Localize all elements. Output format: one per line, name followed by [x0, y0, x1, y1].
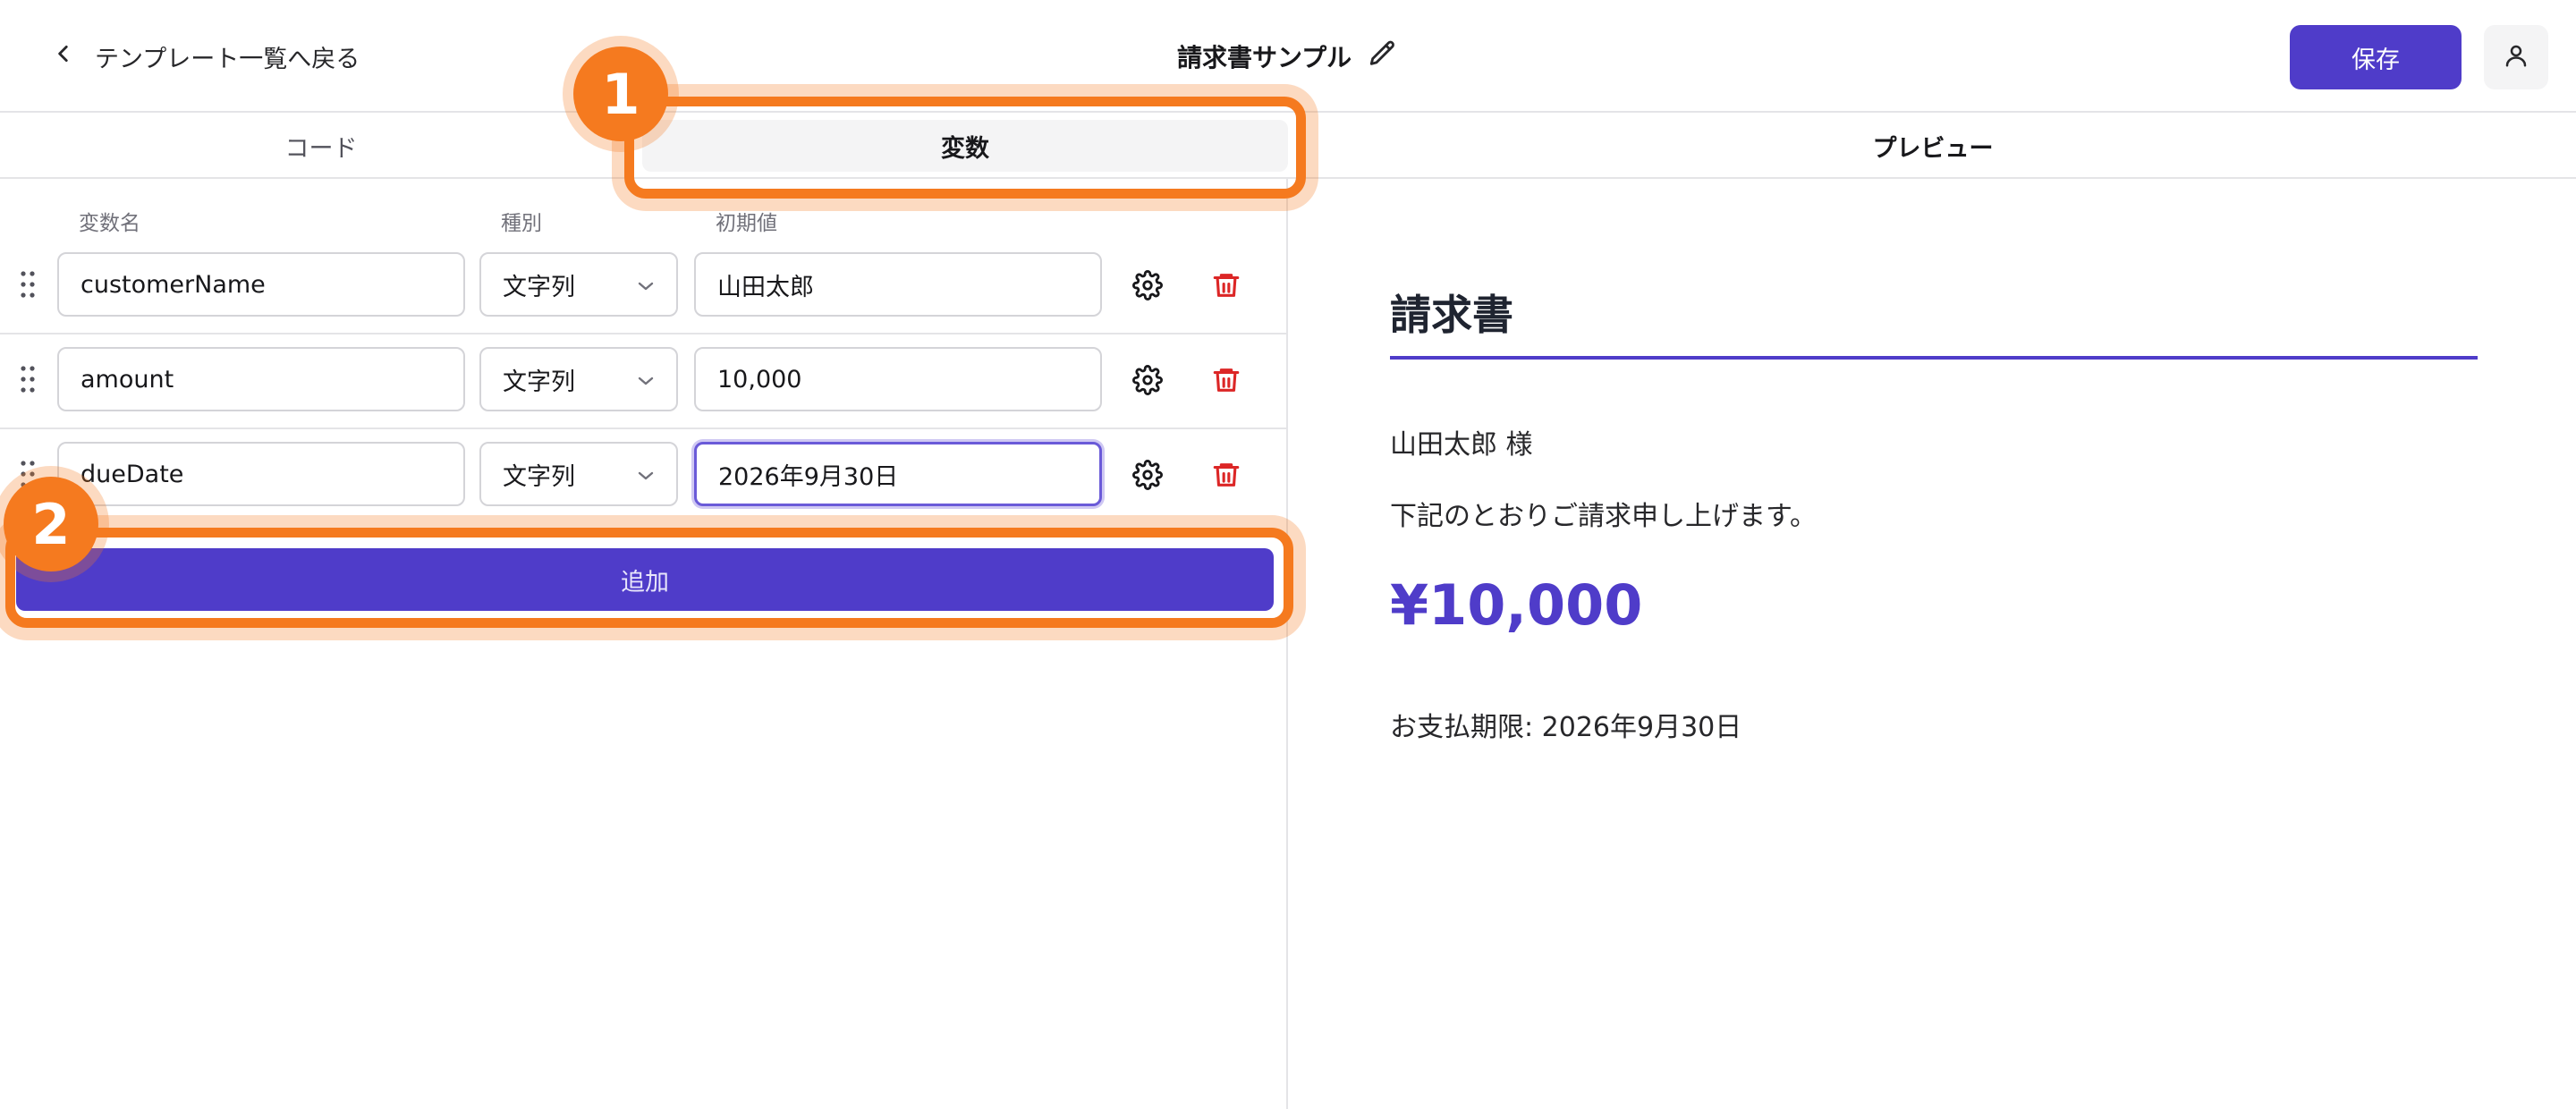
- user-menu-button[interactable]: [2484, 25, 2548, 89]
- variable-row: customerName 文字列 山田太郎: [0, 240, 1288, 334]
- tab-bar: コード 変数 プレビュー: [0, 114, 2576, 179]
- tab-preview[interactable]: プレビュー: [1290, 114, 2576, 177]
- column-header-type: 種別: [501, 212, 542, 235]
- preview-divider: [1390, 356, 2478, 360]
- gear-icon[interactable]: [1132, 365, 1163, 395]
- variable-name-input[interactable]: dueDate: [57, 442, 465, 506]
- trash-icon[interactable]: [1211, 460, 1241, 490]
- variable-type-select[interactable]: 文字列: [479, 347, 678, 411]
- chevron-down-icon: [637, 271, 655, 299]
- column-header-initial: 初期値: [716, 212, 777, 235]
- variables-panel: 変数名 種別 初期値 customerName 文字列 山田太郎 amount …: [0, 179, 1288, 1109]
- variable-type-value: 文字列: [503, 368, 575, 396]
- tab-code[interactable]: コード: [0, 114, 642, 177]
- step-badge-2: 2: [4, 477, 98, 571]
- chevron-down-icon: [637, 366, 655, 394]
- tab-variables[interactable]: 変数: [642, 120, 1288, 172]
- top-bar: テンプレート一覧へ戻る 請求書サンプル 保存: [0, 0, 2576, 113]
- preview-customer-line: 山田太郎 様: [1390, 429, 1533, 461]
- variable-row: dueDate 文字列 2026年9月30日: [0, 429, 1288, 524]
- chevron-down-icon: [637, 461, 655, 488]
- variable-initial-input[interactable]: 2026年9月30日: [694, 442, 1102, 506]
- variable-type-value: 文字列: [503, 273, 575, 301]
- add-variable-button[interactable]: 追加: [16, 548, 1274, 611]
- document-title: 請求書サンプル: [1177, 34, 1398, 79]
- drag-handle-icon[interactable]: [20, 268, 36, 301]
- save-button[interactable]: 保存: [2290, 25, 2462, 89]
- drag-handle-icon[interactable]: [20, 363, 36, 395]
- preview-amount: ¥10,000: [1390, 572, 1643, 638]
- variable-type-value: 文字列: [503, 462, 575, 491]
- chevron-left-icon: [52, 42, 75, 72]
- preview-body-line: 下記のとおりご請求申し上げます。: [1390, 501, 1817, 532]
- variable-initial-input[interactable]: 10,000: [694, 347, 1102, 411]
- preview-panel: 請求書 山田太郎 様 下記のとおりご請求申し上げます。 ¥10,000 お支払期…: [1290, 179, 2576, 1109]
- preview-due-line: お支払期限: 2026年9月30日: [1390, 712, 1742, 743]
- gear-icon[interactable]: [1132, 270, 1163, 301]
- variable-type-select[interactable]: 文字列: [479, 442, 678, 506]
- pencil-icon[interactable]: [1368, 38, 1398, 75]
- gear-icon[interactable]: [1132, 460, 1163, 490]
- variable-initial-input[interactable]: 山田太郎: [694, 252, 1102, 317]
- step-badge-1: 1: [573, 47, 668, 141]
- trash-icon[interactable]: [1211, 270, 1241, 301]
- back-to-template-list-link[interactable]: テンプレート一覧へ戻る: [52, 36, 360, 77]
- variable-type-select[interactable]: 文字列: [479, 252, 678, 317]
- user-icon: [2503, 42, 2529, 72]
- trash-icon[interactable]: [1211, 365, 1241, 395]
- variable-name-input[interactable]: customerName: [57, 252, 465, 317]
- back-link-label: テンプレート一覧へ戻る: [95, 45, 360, 73]
- document-title-text: 請求書サンプル: [1177, 43, 1352, 72]
- variable-name-input[interactable]: amount: [57, 347, 465, 411]
- variable-row: amount 文字列 10,000: [0, 334, 1288, 429]
- preview-heading: 請求書: [1390, 291, 1513, 339]
- column-header-name: 変数名: [79, 212, 140, 235]
